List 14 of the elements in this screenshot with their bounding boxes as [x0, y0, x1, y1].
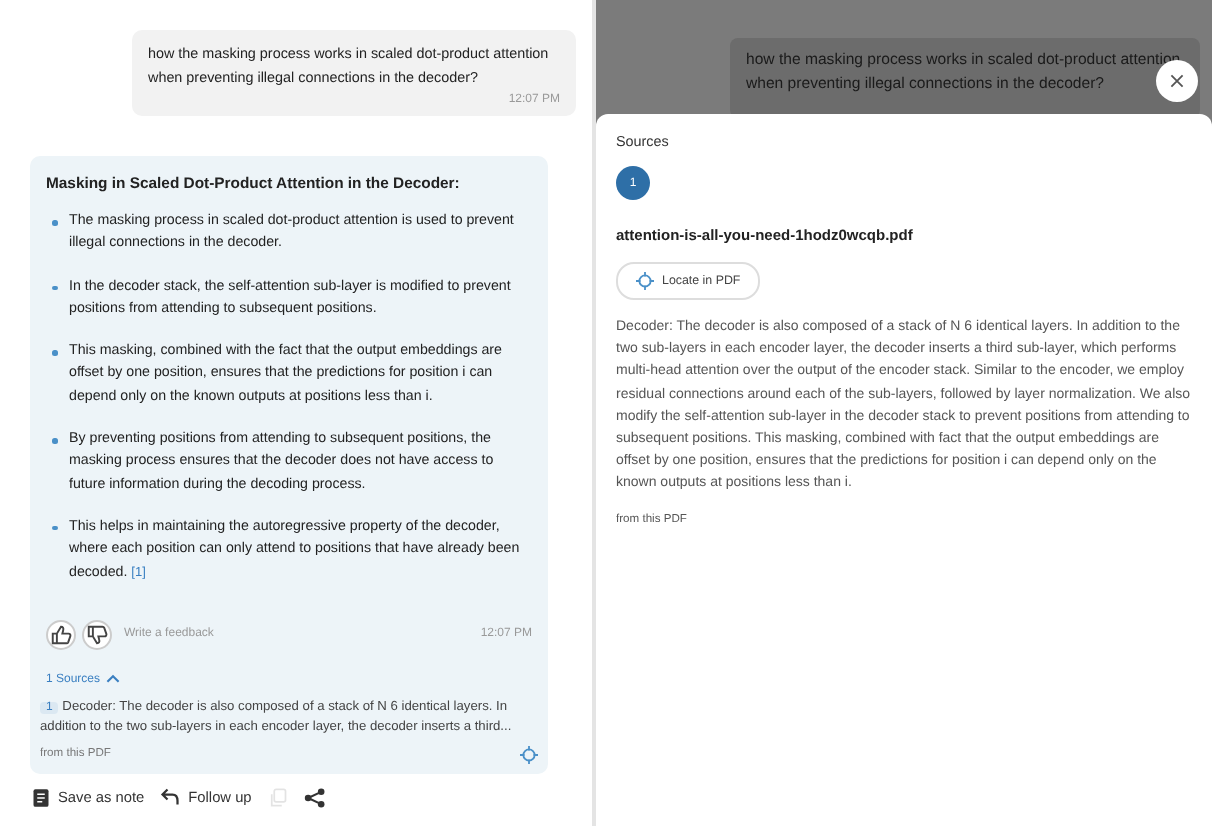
locate-button[interactable]: [520, 745, 538, 764]
like-button[interactable]: [46, 619, 76, 650]
thumbs-up-icon: [50, 623, 72, 646]
copy-icon: [267, 787, 288, 808]
chevron-icon: [106, 674, 121, 685]
crosshair-icon: [636, 272, 654, 290]
crosshair-icon: [520, 745, 538, 764]
close-icon: [1170, 74, 1184, 88]
note-icon: [32, 787, 50, 808]
reply-arrow-icon: [160, 788, 181, 807]
share-button[interactable]: [303, 787, 326, 808]
dislike-button[interactable]: [82, 619, 112, 650]
thumbs-down-icon: [86, 623, 108, 646]
share-icon: [303, 787, 326, 808]
